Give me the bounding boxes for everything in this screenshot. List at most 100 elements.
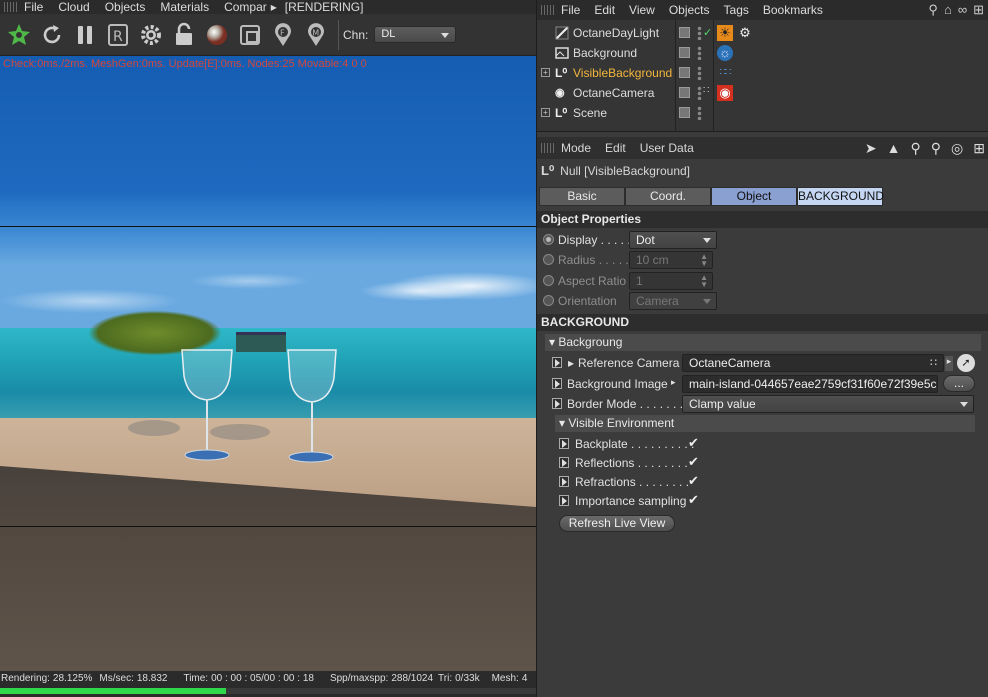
animate-keyframe-icon[interactable] xyxy=(552,398,562,409)
animate-keyframe-icon[interactable] xyxy=(559,495,569,506)
tab-background[interactable]: BACKGROUND xyxy=(797,187,884,206)
backgroung-group-header[interactable]: ▾ Backgroung xyxy=(545,334,981,351)
object-name[interactable]: OctaneCamera xyxy=(573,86,654,100)
menu-overflow-icon[interactable]: ▸ xyxy=(271,0,277,14)
panel-grip-icon[interactable] xyxy=(541,5,555,15)
menu-bookmarks[interactable]: Bookmarks xyxy=(763,3,823,17)
panel-grip-icon[interactable] xyxy=(541,143,555,153)
menu-view[interactable]: View xyxy=(629,3,655,17)
refractions-checkbox[interactable]: ✔ xyxy=(688,474,701,488)
settings-gear-icon[interactable] xyxy=(137,19,165,51)
display-dropdown[interactable]: Dot xyxy=(629,231,717,249)
expand-arrow-icon[interactable]: ▸ xyxy=(568,356,574,370)
octane-logo-icon[interactable] xyxy=(5,19,33,51)
menu-tags[interactable]: Tags xyxy=(724,3,749,17)
layer-dots-icon[interactable] xyxy=(697,26,702,40)
visibility-toggle-icon[interactable] xyxy=(679,27,690,38)
enabled-check-icon[interactable]: ✓ xyxy=(703,26,712,39)
backplate-checkbox[interactable]: ✔ xyxy=(688,436,701,450)
visibility-toggle-icon[interactable] xyxy=(679,67,690,78)
channel-select[interactable]: DL xyxy=(374,26,457,43)
sun-tag-icon[interactable]: ☀ xyxy=(717,25,733,41)
menu-edit[interactable]: Edit xyxy=(605,141,626,155)
importance-sampling-checkbox[interactable]: ✔ xyxy=(688,493,701,507)
object-row-visiblebackground[interactable]: + L⁰ VisibleBackground ∷∷ xyxy=(537,63,988,83)
browse-button[interactable]: ... xyxy=(943,375,975,392)
link-icon[interactable]: ∞ xyxy=(958,2,967,18)
menu-mode[interactable]: Mode xyxy=(561,141,591,155)
dotted-tag-icon[interactable]: ∷∷ xyxy=(717,65,733,81)
home-icon[interactable]: ⌂ xyxy=(944,2,952,18)
object-row-background[interactable]: Background ☼ xyxy=(537,43,988,63)
object-row-octanecamera[interactable]: ◉ OctaneCamera ∷ ◉ xyxy=(537,83,988,103)
lock-icon[interactable] xyxy=(170,19,198,51)
menu-compare[interactable]: Compar xyxy=(224,0,267,14)
pause-icon[interactable] xyxy=(71,19,99,51)
material-sphere-icon[interactable] xyxy=(203,19,231,51)
radius-field[interactable]: 10 cm ▲ ▼ xyxy=(629,251,713,269)
orientation-radio[interactable] xyxy=(543,295,554,306)
background-image-field[interactable]: main-island-044657eae2759cf31f60e72f39e5… xyxy=(682,375,938,393)
orientation-dropdown[interactable]: Camera xyxy=(629,292,717,310)
reflections-checkbox[interactable]: ✔ xyxy=(688,455,701,469)
refresh-live-view-button[interactable]: Refresh Live View xyxy=(559,515,675,532)
tab-object[interactable]: Object xyxy=(711,187,797,206)
animate-keyframe-icon[interactable] xyxy=(559,438,569,449)
expand-arrow-icon[interactable]: ▸ xyxy=(671,377,676,388)
frame-icon[interactable] xyxy=(236,19,264,51)
stepper-icon[interactable]: ▲ ▼ xyxy=(700,253,708,268)
tab-coord[interactable]: Coord. xyxy=(625,187,711,206)
back-arrow-icon[interactable]: ➤ xyxy=(865,140,877,157)
animate-keyframe-icon[interactable] xyxy=(552,357,562,368)
up-arrow-icon[interactable]: ▲ xyxy=(887,140,901,157)
object-name[interactable]: OctaneDayLight xyxy=(573,26,659,40)
restart-icon[interactable] xyxy=(38,19,66,51)
new-panel-icon[interactable]: ⊞ xyxy=(973,140,985,157)
aspect-ratio-radio[interactable] xyxy=(543,275,554,286)
new-panel-icon[interactable]: ⊞ xyxy=(973,2,984,18)
reference-camera-field[interactable]: OctaneCamera ∷ xyxy=(682,354,944,372)
search-icon[interactable]: ⚲ xyxy=(911,140,921,157)
visibility-toggle-icon[interactable] xyxy=(679,47,690,58)
aspect-ratio-field[interactable]: 1 ▲ ▼ xyxy=(629,272,713,290)
object-name[interactable]: VisibleBackground xyxy=(573,66,672,80)
animate-keyframe-icon[interactable] xyxy=(559,457,569,468)
layer-dots-icon[interactable] xyxy=(697,106,702,120)
menu-edit[interactable]: Edit xyxy=(594,3,615,17)
render-viewport[interactable]: Check:0ms./2ms. MeshGen:0ms. Update[E]:0… xyxy=(0,56,536,671)
panel-grip-icon[interactable] xyxy=(4,2,18,12)
picker-arrow-icon[interactable]: ▸ xyxy=(945,356,953,371)
menu-file[interactable]: File xyxy=(561,3,580,17)
menu-cloud[interactable]: Cloud xyxy=(58,0,89,14)
target-icon[interactable]: ◎ xyxy=(951,140,963,157)
expand-toggle-icon[interactable]: + xyxy=(541,108,550,117)
layer-dots-icon[interactable] xyxy=(697,66,702,80)
object-row-scene[interactable]: + L⁰ Scene xyxy=(537,103,988,123)
menu-user-data[interactable]: User Data xyxy=(640,141,694,155)
layer-dots-icon[interactable] xyxy=(697,46,702,60)
animate-keyframe-icon[interactable] xyxy=(552,378,562,389)
radius-radio[interactable] xyxy=(543,254,554,265)
menu-file[interactable]: File xyxy=(24,0,43,14)
display-radio[interactable] xyxy=(543,234,554,245)
object-name[interactable]: Scene xyxy=(573,106,607,120)
animate-keyframe-icon[interactable] xyxy=(559,476,569,487)
border-mode-dropdown[interactable]: Clamp value xyxy=(682,395,974,413)
menu-objects[interactable]: Objects xyxy=(105,0,146,14)
lock-icon[interactable]: ⚲ xyxy=(931,140,941,157)
focus-pin-icon[interactable]: F xyxy=(269,19,297,51)
visible-environment-header[interactable]: ▾ Visible Environment xyxy=(555,415,975,432)
pick-object-icon[interactable]: ➚ xyxy=(957,354,975,372)
search-icon[interactable]: ⚲ xyxy=(928,2,938,18)
camera-tag-icon[interactable]: ◉ xyxy=(717,85,733,101)
camera-dots-icon[interactable]: ∷ xyxy=(703,85,709,96)
menu-materials[interactable]: Materials xyxy=(160,0,209,14)
layer-dots-icon[interactable] xyxy=(697,86,702,100)
stepper-icon[interactable]: ▲ ▼ xyxy=(700,274,708,289)
tab-basic[interactable]: Basic xyxy=(539,187,625,206)
object-row-octanedaylight[interactable]: OctaneDayLight ✓ ☀ ⚙ xyxy=(537,23,988,43)
object-name[interactable]: Background xyxy=(573,46,637,60)
visibility-toggle-icon[interactable] xyxy=(679,107,690,118)
render-region-icon[interactable]: R xyxy=(104,19,132,51)
sun-settings-tag-icon[interactable]: ⚙ xyxy=(737,25,753,41)
